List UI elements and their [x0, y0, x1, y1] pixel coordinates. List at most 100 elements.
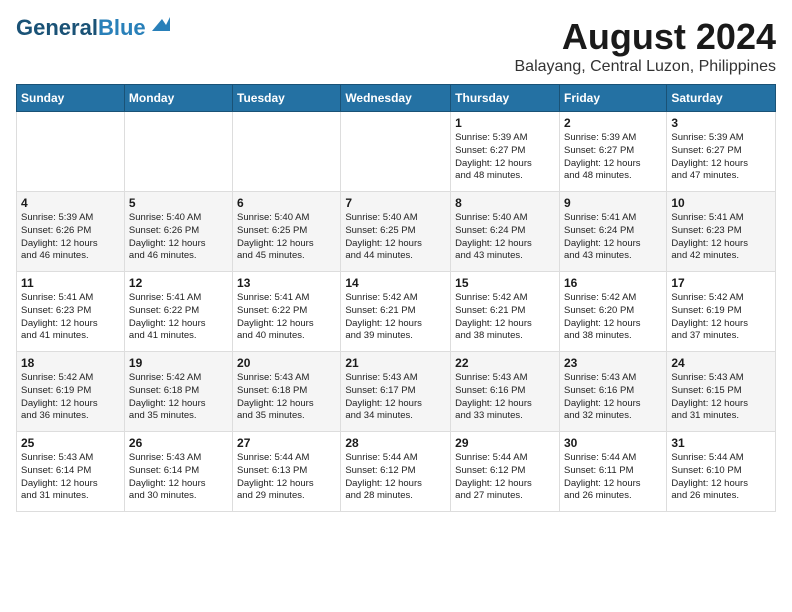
day-info: Sunrise: 5:41 AM Sunset: 6:22 PM Dayligh…	[129, 292, 228, 343]
calendar-cell: 25 Sunrise: 5:43 AM Sunset: 6:14 PM Dayli…	[17, 432, 125, 512]
week-row-1: 1 Sunrise: 5:39 AM Sunset: 6:27 PM Daylig…	[17, 112, 776, 192]
day-number: 19	[129, 356, 228, 370]
header-friday: Friday	[559, 85, 666, 112]
calendar-cell	[341, 112, 451, 192]
calendar-cell: 17Sunrise: 5:42 AM Sunset: 6:19 PM Dayli…	[667, 272, 776, 352]
calendar-cell: 7 Sunrise: 5:40 AM Sunset: 6:25 PM Daylig…	[341, 192, 451, 272]
day-number: 1	[455, 116, 555, 130]
day-number: 22	[455, 356, 555, 370]
calendar-cell: 3 Sunrise: 5:39 AM Sunset: 6:27 PM Daylig…	[667, 112, 776, 192]
day-number: 29	[455, 436, 555, 450]
calendar-cell: 27 Sunrise: 5:44 AM Sunset: 6:13 PM Dayli…	[233, 432, 341, 512]
calendar-cell: 10Sunrise: 5:41 AM Sunset: 6:23 PM Dayli…	[667, 192, 776, 272]
calendar-cell: 31 Sunrise: 5:44 AM Sunset: 6:10 PM Dayli…	[667, 432, 776, 512]
day-info: Sunrise: 5:42 AM Sunset: 6:21 PM Dayligh…	[345, 292, 446, 343]
logo-text: GeneralBlue	[16, 16, 146, 40]
month-title: August 2024	[515, 16, 777, 58]
calendar-cell: 16Sunrise: 5:42 AM Sunset: 6:20 PM Dayli…	[559, 272, 666, 352]
day-number: 31	[671, 436, 771, 450]
calendar-cell: 8Sunrise: 5:40 AM Sunset: 6:24 PM Daylig…	[451, 192, 560, 272]
logo-icon	[148, 13, 170, 35]
day-number: 17	[671, 276, 771, 290]
day-number: 15	[455, 276, 555, 290]
calendar-cell: 21 Sunrise: 5:43 AM Sunset: 6:17 PM Dayli…	[341, 352, 451, 432]
day-info: Sunrise: 5:42 AM Sunset: 6:19 PM Dayligh…	[21, 372, 120, 423]
day-number: 28	[345, 436, 446, 450]
logo: GeneralBlue	[16, 16, 170, 40]
week-row-4: 18 Sunrise: 5:42 AM Sunset: 6:19 PM Dayli…	[17, 352, 776, 432]
calendar-cell: 26 Sunrise: 5:43 AM Sunset: 6:14 PM Dayli…	[124, 432, 232, 512]
day-info: Sunrise: 5:41 AM Sunset: 6:23 PM Dayligh…	[671, 212, 771, 263]
day-info: Sunrise: 5:39 AM Sunset: 6:27 PM Dayligh…	[671, 132, 771, 183]
calendar-cell: 19 Sunrise: 5:42 AM Sunset: 6:18 PM Dayli…	[124, 352, 232, 432]
header-thursday: Thursday	[451, 85, 560, 112]
calendar-cell: 11Sunrise: 5:41 AM Sunset: 6:23 PM Dayli…	[17, 272, 125, 352]
calendar-cell: 12 Sunrise: 5:41 AM Sunset: 6:22 PM Dayli…	[124, 272, 232, 352]
day-info: Sunrise: 5:44 AM Sunset: 6:12 PM Dayligh…	[345, 452, 446, 503]
day-info: Sunrise: 5:40 AM Sunset: 6:26 PM Dayligh…	[129, 212, 228, 263]
day-number: 16	[564, 276, 662, 290]
day-info: Sunrise: 5:44 AM Sunset: 6:12 PM Dayligh…	[455, 452, 555, 503]
week-row-5: 25 Sunrise: 5:43 AM Sunset: 6:14 PM Dayli…	[17, 432, 776, 512]
day-info: Sunrise: 5:41 AM Sunset: 6:22 PM Dayligh…	[237, 292, 336, 343]
day-number: 7	[345, 196, 446, 210]
day-info: Sunrise: 5:42 AM Sunset: 6:21 PM Dayligh…	[455, 292, 555, 343]
day-number: 9	[564, 196, 662, 210]
day-info: Sunrise: 5:44 AM Sunset: 6:10 PM Dayligh…	[671, 452, 771, 503]
day-number: 2	[564, 116, 662, 130]
calendar-cell: 2 Sunrise: 5:39 AM Sunset: 6:27 PM Daylig…	[559, 112, 666, 192]
day-info: Sunrise: 5:43 AM Sunset: 6:14 PM Dayligh…	[129, 452, 228, 503]
calendar-cell	[17, 112, 125, 192]
day-number: 18	[21, 356, 120, 370]
title-block: August 2024 Balayang, Central Luzon, Phi…	[515, 16, 777, 76]
week-row-2: 4 Sunrise: 5:39 AM Sunset: 6:26 PM Daylig…	[17, 192, 776, 272]
day-info: Sunrise: 5:42 AM Sunset: 6:18 PM Dayligh…	[129, 372, 228, 423]
week-row-3: 11Sunrise: 5:41 AM Sunset: 6:23 PM Dayli…	[17, 272, 776, 352]
day-number: 25	[21, 436, 120, 450]
day-info: Sunrise: 5:44 AM Sunset: 6:13 PM Dayligh…	[237, 452, 336, 503]
day-number: 6	[237, 196, 336, 210]
calendar-table: SundayMondayTuesdayWednesdayThursdayFrid…	[16, 84, 776, 512]
day-number: 4	[21, 196, 120, 210]
calendar-cell: 24Sunrise: 5:43 AM Sunset: 6:15 PM Dayli…	[667, 352, 776, 432]
page-header: GeneralBlue August 2024 Balayang, Centra…	[16, 16, 776, 76]
calendar-cell: 13 Sunrise: 5:41 AM Sunset: 6:22 PM Dayli…	[233, 272, 341, 352]
calendar-cell: 22Sunrise: 5:43 AM Sunset: 6:16 PM Dayli…	[451, 352, 560, 432]
day-number: 30	[564, 436, 662, 450]
calendar-cell	[124, 112, 232, 192]
calendar-cell: 23Sunrise: 5:43 AM Sunset: 6:16 PM Dayli…	[559, 352, 666, 432]
header-monday: Monday	[124, 85, 232, 112]
day-number: 21	[345, 356, 446, 370]
day-number: 23	[564, 356, 662, 370]
day-number: 27	[237, 436, 336, 450]
calendar-cell: 6 Sunrise: 5:40 AM Sunset: 6:25 PM Daylig…	[233, 192, 341, 272]
day-info: Sunrise: 5:40 AM Sunset: 6:24 PM Dayligh…	[455, 212, 555, 263]
day-info: Sunrise: 5:39 AM Sunset: 6:27 PM Dayligh…	[455, 132, 555, 183]
header-saturday: Saturday	[667, 85, 776, 112]
header-row: SundayMondayTuesdayWednesdayThursdayFrid…	[17, 85, 776, 112]
day-info: Sunrise: 5:40 AM Sunset: 6:25 PM Dayligh…	[345, 212, 446, 263]
day-number: 3	[671, 116, 771, 130]
day-info: Sunrise: 5:39 AM Sunset: 6:26 PM Dayligh…	[21, 212, 120, 263]
day-number: 26	[129, 436, 228, 450]
day-number: 20	[237, 356, 336, 370]
day-info: Sunrise: 5:44 AM Sunset: 6:11 PM Dayligh…	[564, 452, 662, 503]
header-sunday: Sunday	[17, 85, 125, 112]
calendar-cell: 5Sunrise: 5:40 AM Sunset: 6:26 PM Daylig…	[124, 192, 232, 272]
day-number: 12	[129, 276, 228, 290]
calendar-cell: 4 Sunrise: 5:39 AM Sunset: 6:26 PM Daylig…	[17, 192, 125, 272]
day-info: Sunrise: 5:39 AM Sunset: 6:27 PM Dayligh…	[564, 132, 662, 183]
calendar-cell	[233, 112, 341, 192]
day-number: 13	[237, 276, 336, 290]
calendar-cell: 1 Sunrise: 5:39 AM Sunset: 6:27 PM Daylig…	[451, 112, 560, 192]
day-info: Sunrise: 5:43 AM Sunset: 6:14 PM Dayligh…	[21, 452, 120, 503]
calendar-cell: 28 Sunrise: 5:44 AM Sunset: 6:12 PM Dayli…	[341, 432, 451, 512]
day-info: Sunrise: 5:43 AM Sunset: 6:17 PM Dayligh…	[345, 372, 446, 423]
header-tuesday: Tuesday	[233, 85, 341, 112]
calendar-cell: 9 Sunrise: 5:41 AM Sunset: 6:24 PM Daylig…	[559, 192, 666, 272]
day-info: Sunrise: 5:41 AM Sunset: 6:24 PM Dayligh…	[564, 212, 662, 263]
day-info: Sunrise: 5:43 AM Sunset: 6:15 PM Dayligh…	[671, 372, 771, 423]
day-info: Sunrise: 5:40 AM Sunset: 6:25 PM Dayligh…	[237, 212, 336, 263]
calendar-cell: 15 Sunrise: 5:42 AM Sunset: 6:21 PM Dayli…	[451, 272, 560, 352]
day-info: Sunrise: 5:43 AM Sunset: 6:18 PM Dayligh…	[237, 372, 336, 423]
